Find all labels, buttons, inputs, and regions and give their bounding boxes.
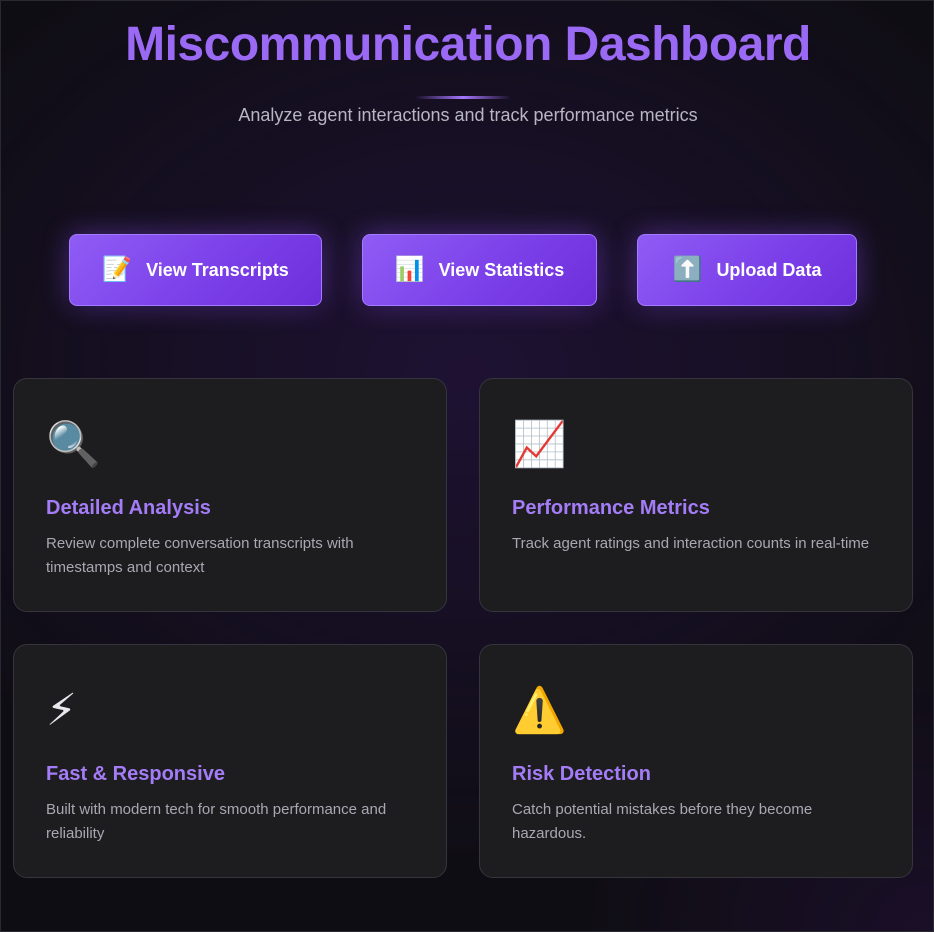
page-title: Miscommunication Dashboard <box>125 18 811 71</box>
magnifier-icon: 🔍 <box>46 420 101 469</box>
feature-card-fast-responsive: ⚡ Fast & Responsive Built with modern te… <box>13 644 447 878</box>
feature-description: Review complete conversation transcripts… <box>46 535 354 576</box>
page-subtitle: Analyze agent interactions and track per… <box>238 105 698 125</box>
bar-chart-icon: 📊 <box>394 256 425 283</box>
lightning-icon: ⚡ <box>46 686 77 735</box>
upload-data-button[interactable]: ⬆️ Upload Data <box>637 234 857 306</box>
title-underline <box>415 96 511 99</box>
feature-title: Fast & Responsive <box>46 763 225 785</box>
feature-description: Track agent ratings and interaction coun… <box>512 535 870 552</box>
warning-icon: ⚠️ <box>512 686 567 735</box>
view-statistics-label: View Statistics <box>438 259 565 280</box>
view-transcripts-button[interactable]: 📝 View Transcripts <box>69 234 322 306</box>
feature-title: Detailed Analysis <box>46 497 211 519</box>
memo-icon: 📝 <box>102 256 133 283</box>
view-transcripts-label: View Transcripts <box>146 259 289 280</box>
upload-arrow-icon: ⬆️ <box>672 256 703 283</box>
feature-card-risk-detection: ⚠️ Risk Detection Catch potential mistak… <box>479 644 913 878</box>
feature-title: Performance Metrics <box>512 497 710 519</box>
view-statistics-button[interactable]: 📊 View Statistics <box>362 234 597 306</box>
feature-card-detailed-analysis: 🔍 Detailed Analysis Review complete conv… <box>13 378 447 612</box>
feature-description: Built with modern tech for smooth perfor… <box>46 801 387 842</box>
trending-chart-icon: 📈 <box>512 420 567 469</box>
feature-title: Risk Detection <box>512 763 651 785</box>
upload-data-label: Upload Data <box>716 259 822 280</box>
feature-card-performance-metrics: 📈 Performance Metrics Track agent rating… <box>479 378 913 612</box>
feature-description: Catch potential mistakes before they bec… <box>512 801 813 842</box>
